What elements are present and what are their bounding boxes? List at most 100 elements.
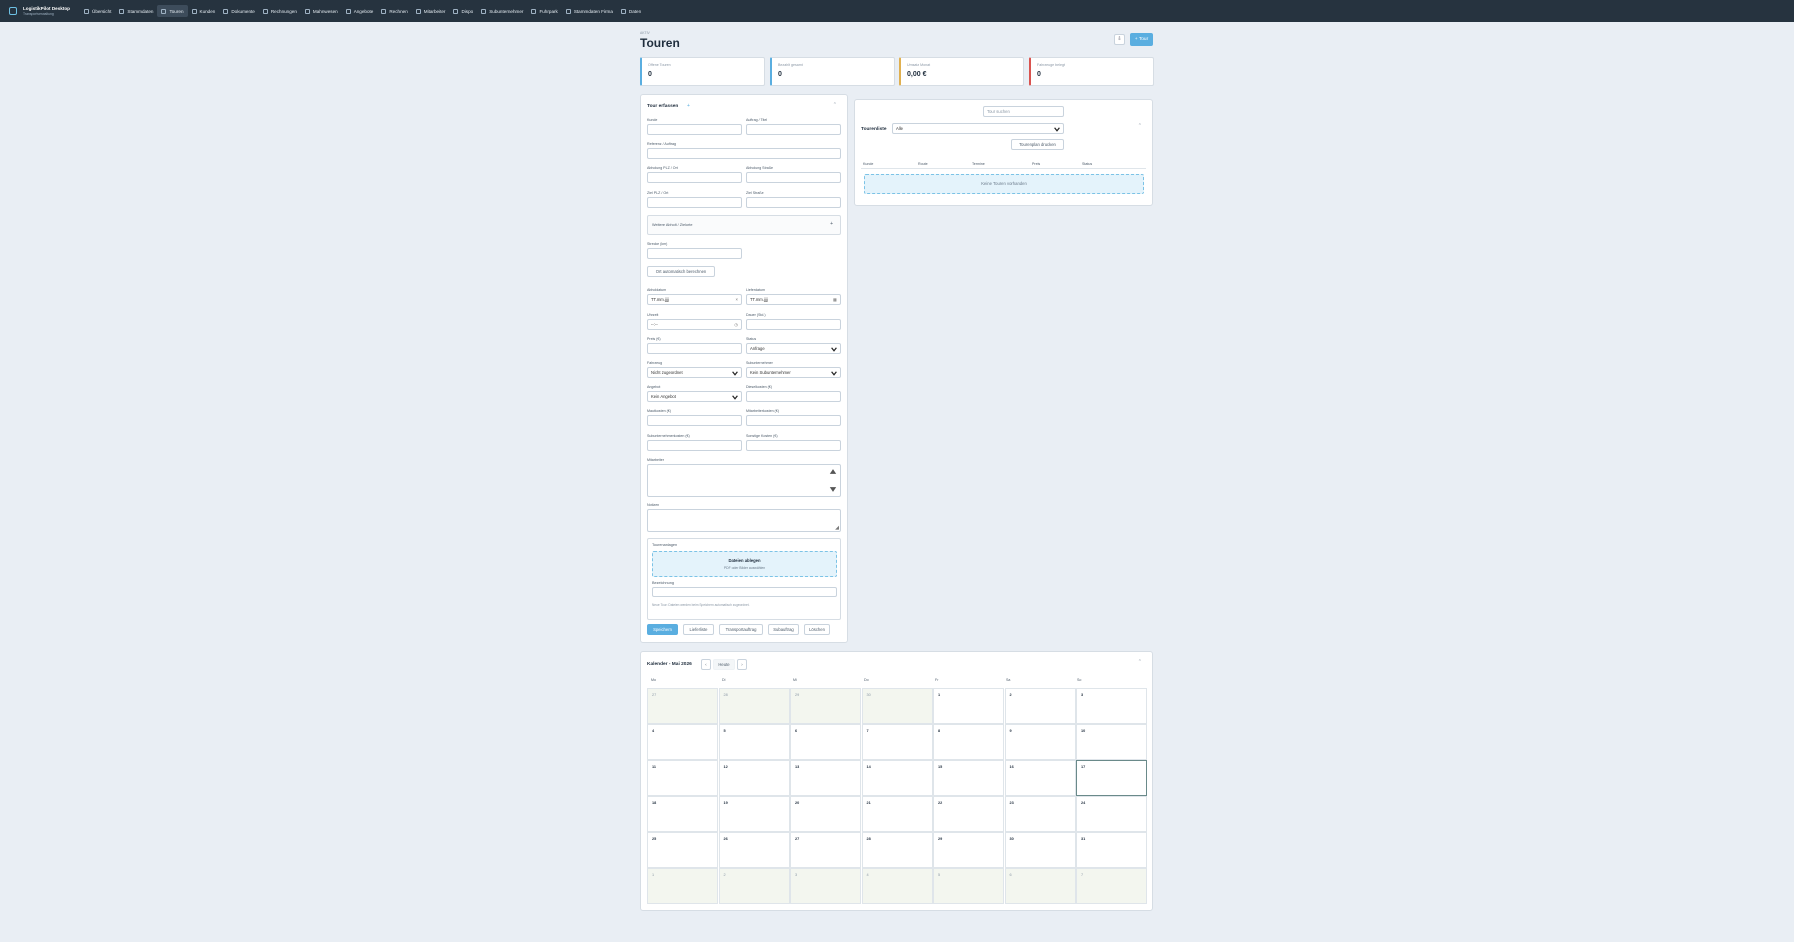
sub-select[interactable]: Kein Subunternehmer xyxy=(746,367,841,378)
subkosten-input[interactable] xyxy=(647,440,742,451)
calendar-day-cell[interactable]: 20 xyxy=(790,796,861,832)
calendar-day-cell[interactable]: 17 xyxy=(1076,760,1147,796)
abholung-plz-input[interactable] xyxy=(647,172,742,183)
calendar-day-cell[interactable]: 2 xyxy=(718,868,790,904)
add-location-icon[interactable]: + xyxy=(830,221,833,227)
lieferliste-button[interactable]: Lieferliste xyxy=(683,624,714,635)
abholung-strasse-input[interactable] xyxy=(746,172,841,183)
today-button[interactable]: Heute xyxy=(713,659,735,670)
calendar-day-cell[interactable]: 30 xyxy=(861,688,933,724)
ziel-plz-input[interactable] xyxy=(647,197,742,208)
calendar-day-cell[interactable]: 24 xyxy=(1076,796,1147,832)
resize-handle-icon[interactable]: ◢ xyxy=(835,525,839,531)
calendar-day-cell[interactable]: 4 xyxy=(861,868,933,904)
calendar-day-cell[interactable]: 4 xyxy=(647,724,718,760)
collapse-icon[interactable]: ⌃ xyxy=(1138,123,1142,129)
mitarbeiterkosten-input[interactable] xyxy=(746,415,841,426)
scroll-down-icon[interactable] xyxy=(829,486,837,493)
nav-item-mahnwesen[interactable]: Mahnwesen xyxy=(301,5,342,17)
calendar-day-cell[interactable]: 25 xyxy=(647,832,718,868)
calendar-day-cell[interactable]: 27 xyxy=(790,832,861,868)
print-tourplan-button[interactable]: Tourenplan drucken xyxy=(1011,139,1064,150)
status-select[interactable]: Anfrage xyxy=(746,343,841,354)
next-month-button[interactable]: › xyxy=(737,659,747,670)
calendar-day-cell[interactable]: 28 xyxy=(861,832,933,868)
ziel-strasse-input[interactable] xyxy=(746,197,841,208)
mautkosten-input[interactable] xyxy=(647,415,742,426)
uhrzeit-input[interactable]: --:-- ◷ xyxy=(647,319,742,330)
angebot-select[interactable]: Kein Angebot xyxy=(647,391,742,402)
referenz-input[interactable] xyxy=(647,148,841,159)
calendar-day-cell[interactable]: 8 xyxy=(933,724,1004,760)
nav-item-stammdaten-firma[interactable]: Stammdaten Firma xyxy=(562,5,617,17)
calendar-day-cell[interactable]: 22 xyxy=(933,796,1004,832)
calendar-day-cell[interactable]: 19 xyxy=(718,796,790,832)
calendar-day-cell[interactable]: 7 xyxy=(1076,868,1147,904)
preis-input[interactable] xyxy=(647,343,742,354)
dauer-input[interactable] xyxy=(746,319,841,330)
calendar-day-cell[interactable]: 10 xyxy=(1076,724,1147,760)
nav-item-stammdaten[interactable]: Stammdaten xyxy=(115,5,157,17)
calendar-day-cell[interactable]: 23 xyxy=(1004,796,1076,832)
calendar-day-cell[interactable]: 21 xyxy=(861,796,933,832)
calendar-day-cell[interactable]: 27 xyxy=(647,688,718,724)
lieferdatum-input[interactable]: TT.mm.jjjj ▦ xyxy=(746,294,841,305)
calendar-day-cell[interactable]: 28 xyxy=(718,688,790,724)
calendar-day-cell[interactable]: 26 xyxy=(718,832,790,868)
collapse-icon[interactable]: ⌃ xyxy=(833,102,837,108)
nav-item-rechnungen[interactable]: Rechnungen xyxy=(259,5,301,17)
calendar-day-cell[interactable]: 3 xyxy=(1076,688,1147,724)
calendar-day-cell[interactable]: 12 xyxy=(718,760,790,796)
nav-item-dispo[interactable]: Dispo xyxy=(449,5,477,17)
calendar-day-cell[interactable]: 11 xyxy=(647,760,718,796)
transportauftrag-button[interactable]: Transportauftrag xyxy=(719,624,763,635)
tour-search-input[interactable]: Tour suchen xyxy=(983,106,1064,117)
save-button[interactable]: Speichern xyxy=(647,624,678,635)
calendar-day-cell[interactable]: 15 xyxy=(933,760,1004,796)
clear-icon[interactable]: × xyxy=(736,295,738,304)
calendar-day-cell[interactable]: 6 xyxy=(790,724,861,760)
calendar-day-cell[interactable]: 31 xyxy=(1076,832,1147,868)
auftrag-input[interactable] xyxy=(746,124,841,135)
nav-item-kunden[interactable]: Kunden xyxy=(188,5,220,17)
calendar-day-cell[interactable]: 29 xyxy=(933,832,1004,868)
nav-item-touren[interactable]: Touren xyxy=(157,5,188,17)
file-dropzone[interactable]: Dateien ablegen PDF oder Bilder auswähle… xyxy=(652,551,837,577)
calendar-day-cell[interactable]: 9 xyxy=(1004,724,1076,760)
fahrzeug-select[interactable]: Nicht zugeordnet xyxy=(647,367,742,378)
auto-calc-button[interactable]: Ort automatisch berechnen xyxy=(647,266,715,277)
prev-month-button[interactable]: ‹ xyxy=(701,659,711,670)
calendar-day-cell[interactable]: 7 xyxy=(861,724,933,760)
delete-button[interactable]: Löschen xyxy=(804,624,830,635)
nav-item-mitarbeiter[interactable]: Mitarbeiter xyxy=(412,5,450,17)
calendar-day-cell[interactable]: 30 xyxy=(1004,832,1076,868)
dieselkosten-input[interactable] xyxy=(746,391,841,402)
download-button[interactable]: ⇩ xyxy=(1114,34,1125,45)
calendar-day-cell[interactable]: 5 xyxy=(718,724,790,760)
nav-item-fuhrpark[interactable]: Fuhrpark xyxy=(527,5,561,17)
calendar-day-cell[interactable]: 3 xyxy=(790,868,861,904)
calendar-day-cell[interactable]: 18 xyxy=(647,796,718,832)
nav-item-rechnen[interactable]: Rechnen xyxy=(377,5,411,17)
weitere-orte-section[interactable]: Weitere Abholt / Zielorte + xyxy=(647,215,841,235)
sonstige-input[interactable] xyxy=(746,440,841,451)
subauftrag-button[interactable]: Subauftrag xyxy=(768,624,799,635)
nav-item-angebote[interactable]: Angebote xyxy=(342,5,378,17)
calendar-day-cell[interactable]: 1 xyxy=(647,868,718,904)
notizen-textarea[interactable]: ◢ xyxy=(647,509,841,532)
calendar-day-cell[interactable]: 13 xyxy=(790,760,861,796)
collapse-icon[interactable]: ⌃ xyxy=(1138,659,1142,665)
calendar-day-cell[interactable]: 1 xyxy=(933,688,1004,724)
nav-item-übersicht[interactable]: Übersicht xyxy=(80,5,115,17)
calendar-day-cell[interactable]: 2 xyxy=(1004,688,1076,724)
abholdatum-input[interactable]: TT.mm.jjjj × xyxy=(647,294,742,305)
calendar-day-cell[interactable]: 16 xyxy=(1004,760,1076,796)
calendar-day-cell[interactable]: 6 xyxy=(1004,868,1076,904)
bezeichnung-input[interactable] xyxy=(652,587,837,597)
clock-icon[interactable]: ◷ xyxy=(734,320,738,329)
add-icon[interactable]: + xyxy=(687,103,690,109)
nav-item-subunternehmer[interactable]: Subunternehmer xyxy=(477,5,527,17)
calendar-day-cell[interactable]: 14 xyxy=(861,760,933,796)
mitarbeiter-listbox[interactable] xyxy=(647,464,841,497)
nav-item-daten[interactable]: Daten xyxy=(617,5,645,17)
